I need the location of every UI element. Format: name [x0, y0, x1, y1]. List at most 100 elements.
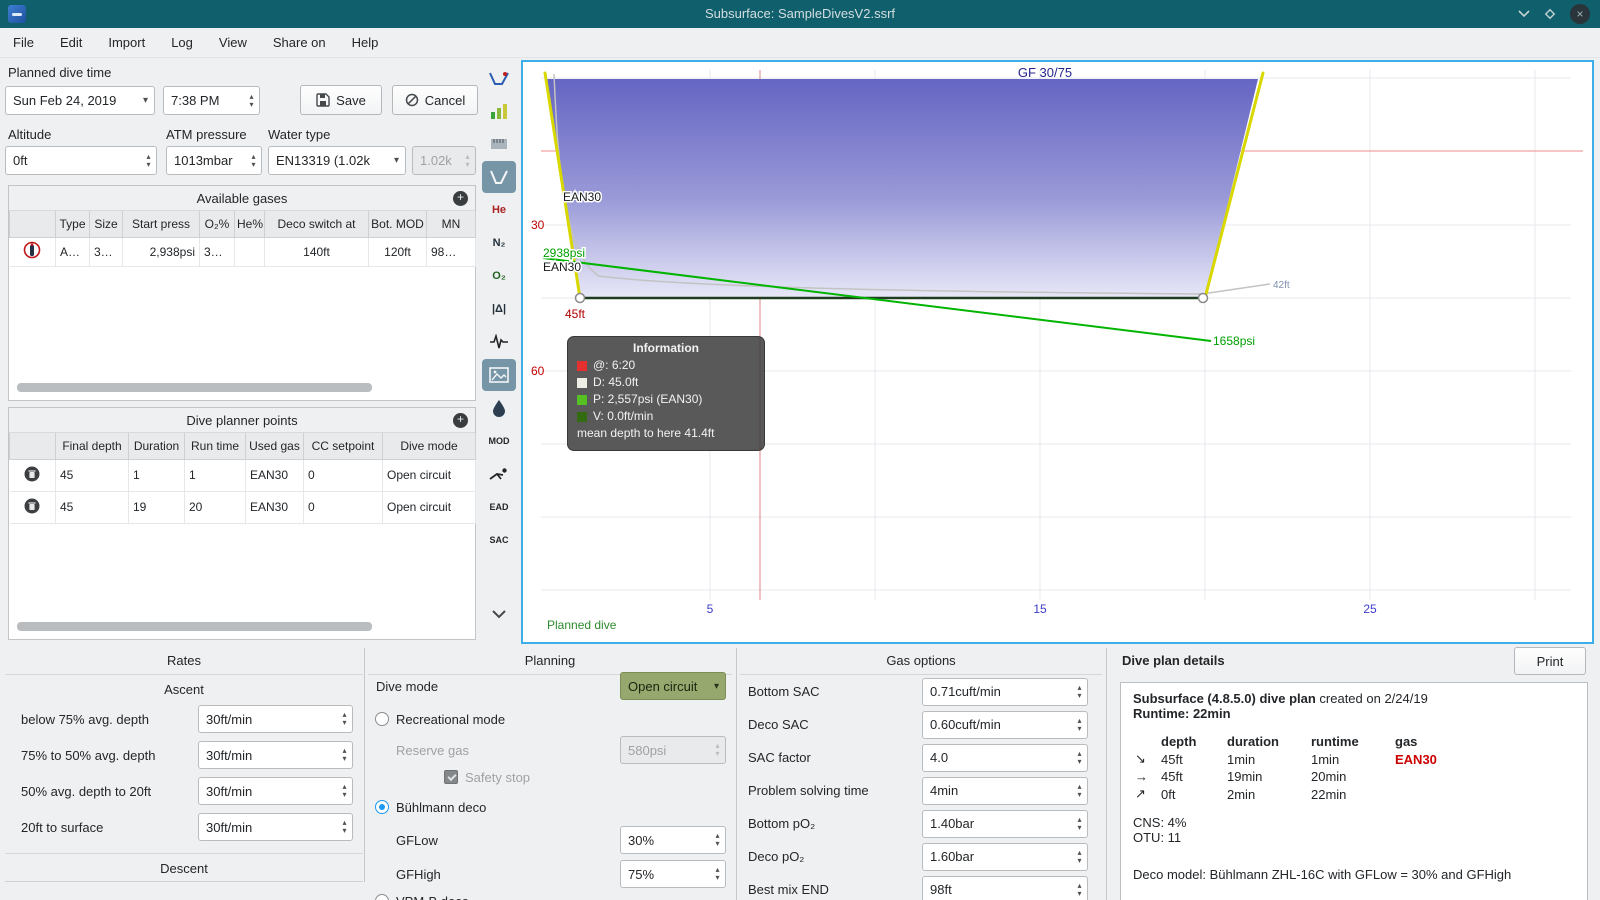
points-header[interactable]: Dive mode: [382, 433, 476, 460]
nitrogen-graph-icon[interactable]: N₂: [482, 227, 516, 259]
point-setpoint[interactable]: 0: [303, 459, 383, 492]
collapse-chevron-icon[interactable]: [482, 598, 516, 630]
shade-icon[interactable]: [1514, 4, 1534, 24]
gases-header[interactable]: Start press: [122, 211, 200, 238]
buhlmann-deco-radio[interactable]: [375, 800, 389, 814]
close-icon[interactable]: ×: [1570, 4, 1590, 24]
point-runtime[interactable]: 20: [184, 491, 246, 524]
heart-rate-icon[interactable]: [482, 326, 516, 358]
points-hscrollbar[interactable]: [17, 622, 372, 631]
mod-icon[interactable]: MOD: [482, 425, 516, 457]
dive-profile-chart[interactable]: GF 30/75 30 60 5 15 25 EAN30 2938psi EAN…: [521, 60, 1594, 644]
rate-spinner[interactable]: 30ft/min ▴ ▾: [198, 777, 353, 805]
gas-o2[interactable]: 3…: [199, 237, 235, 267]
deco-po2-spinner[interactable]: 1.60bar ▴ ▾: [922, 842, 1088, 871]
menu-log[interactable]: Log: [158, 35, 206, 50]
gases-header[interactable]: He%: [234, 211, 265, 238]
menu-help[interactable]: Help: [339, 35, 392, 50]
points-header[interactable]: Run time: [184, 433, 246, 460]
sac-icon[interactable]: SAC: [482, 524, 516, 556]
gases-header[interactable]: Deco switch at: [264, 211, 369, 238]
dive-computer-icon[interactable]: [482, 62, 516, 94]
menu-import[interactable]: Import: [95, 35, 158, 50]
best-mix-end-spinner[interactable]: 98ft ▴ ▾: [922, 875, 1088, 900]
point-depth[interactable]: 45: [55, 459, 129, 492]
gases-header[interactable]: Bot. MOD: [368, 211, 427, 238]
splitter-handle[interactable]: [1106, 648, 1107, 900]
point-mode[interactable]: Open circuit: [382, 491, 476, 524]
gases-header[interactable]: Size: [89, 211, 123, 238]
profile-handle[interactable]: [1197, 292, 1209, 304]
altitude-spinner[interactable]: 0ft ▴ ▾: [5, 146, 157, 175]
planner-point-row[interactable]: 45 1 1 EAN30 0 Open circuit: [9, 459, 476, 492]
gases-hscrollbar[interactable]: [17, 383, 372, 392]
splitter-handle[interactable]: [364, 648, 365, 882]
sac-factor-spinner[interactable]: 4.0 ▴ ▾: [922, 743, 1088, 772]
gas-type[interactable]: A…: [55, 237, 90, 267]
point-mode[interactable]: Open circuit: [382, 459, 476, 492]
gas-start-press[interactable]: 2,938psi: [122, 237, 200, 267]
keep-above-icon[interactable]: [1540, 4, 1560, 24]
rate-spinner[interactable]: 30ft/min ▴ ▾: [198, 813, 353, 841]
problem-time-spinner[interactable]: 4min ▴ ▾: [922, 776, 1088, 805]
rate-spinner[interactable]: 30ft/min ▴ ▾: [198, 741, 353, 769]
point-gas[interactable]: EAN30: [245, 459, 304, 492]
menu-share-on[interactable]: Share on: [260, 35, 339, 50]
profile-handle[interactable]: [574, 292, 586, 304]
tissue-ruler-icon[interactable]: [482, 128, 516, 160]
cylinder-icon[interactable]: [23, 241, 41, 259]
points-header[interactable]: Used gas: [245, 433, 304, 460]
print-button[interactable]: Print: [1514, 647, 1586, 675]
splitter-handle[interactable]: [736, 648, 737, 900]
information-tooltip[interactable]: Information @: 6:20 D: 45.0ft P: 2,557ps…: [567, 336, 765, 451]
vpmb-deco-radio[interactable]: [375, 894, 389, 900]
time-spinner[interactable]: 7:38 PM ▴ ▾: [163, 86, 260, 115]
edit-dive-icon[interactable]: [482, 161, 516, 193]
gfhigh-spinner[interactable]: 75% ▴ ▾: [620, 860, 726, 888]
add-gas-button[interactable]: +: [453, 191, 468, 206]
oxygen-graph-icon[interactable]: O₂: [482, 260, 516, 292]
gflow-spinner[interactable]: 30% ▴ ▾: [620, 826, 726, 854]
add-point-button[interactable]: +: [453, 413, 468, 428]
bottom-po2-spinner[interactable]: 1.40bar ▴ ▾: [922, 809, 1088, 838]
points-header[interactable]: Duration: [128, 433, 185, 460]
gas-he[interactable]: [234, 237, 265, 267]
dive-mode-combo[interactable]: Open circuit ▾: [620, 672, 726, 700]
ead-icon[interactable]: EAD: [482, 491, 516, 523]
atm-pressure-spinner[interactable]: 1013mbar ▴ ▾: [166, 146, 262, 175]
menu-file[interactable]: File: [0, 35, 47, 50]
diver-icon[interactable]: [482, 458, 516, 490]
helium-graph-icon[interactable]: He: [482, 194, 516, 226]
water-type-combo[interactable]: EN13319 (1.02k ▾: [268, 146, 406, 175]
planner-point-row[interactable]: 45 19 20 EAN30 0 Open circuit: [9, 491, 476, 524]
point-duration[interactable]: 1: [128, 459, 185, 492]
recreational-mode-radio[interactable]: [375, 712, 389, 726]
point-setpoint[interactable]: 0: [303, 491, 383, 524]
photos-icon[interactable]: [482, 359, 516, 391]
delete-point-icon[interactable]: [24, 466, 40, 482]
menu-edit[interactable]: Edit: [47, 35, 95, 50]
titlebar[interactable]: Subsurface: SampleDivesV2.ssrf ×: [0, 0, 1600, 28]
gas-bot-mod[interactable]: 120ft: [368, 237, 427, 267]
gas-mnd[interactable]: 98…: [426, 237, 476, 267]
bottom-sac-spinner[interactable]: 0.71cuft/min ▴ ▾: [922, 677, 1088, 706]
points-header[interactable]: Final depth: [55, 433, 129, 460]
cancel-button[interactable]: Cancel: [392, 85, 478, 115]
points-header[interactable]: CC setpoint: [303, 433, 383, 460]
save-button[interactable]: Save: [300, 85, 382, 115]
gases-header[interactable]: Type: [55, 211, 90, 238]
delete-point-icon[interactable]: [24, 498, 40, 514]
scale-icon[interactable]: [482, 95, 516, 127]
gas-row[interactable]: A… 3… 2,938psi 3… 140ft 120ft 98…: [9, 237, 476, 267]
gases-header[interactable]: MN: [426, 211, 476, 238]
gases-header[interactable]: O₂%: [199, 211, 235, 238]
gas-size[interactable]: 3…: [89, 237, 123, 267]
menu-view[interactable]: View: [206, 35, 260, 50]
gas-delta-icon[interactable]: |Δ|: [482, 293, 516, 325]
deco-sac-spinner[interactable]: 0.60cuft/min ▴ ▾: [922, 710, 1088, 739]
ink-drop-icon[interactable]: [482, 392, 516, 424]
rate-spinner[interactable]: 30ft/min ▴ ▾: [198, 705, 353, 733]
point-duration[interactable]: 19: [128, 491, 185, 524]
point-runtime[interactable]: 1: [184, 459, 246, 492]
point-depth[interactable]: 45: [55, 491, 129, 524]
